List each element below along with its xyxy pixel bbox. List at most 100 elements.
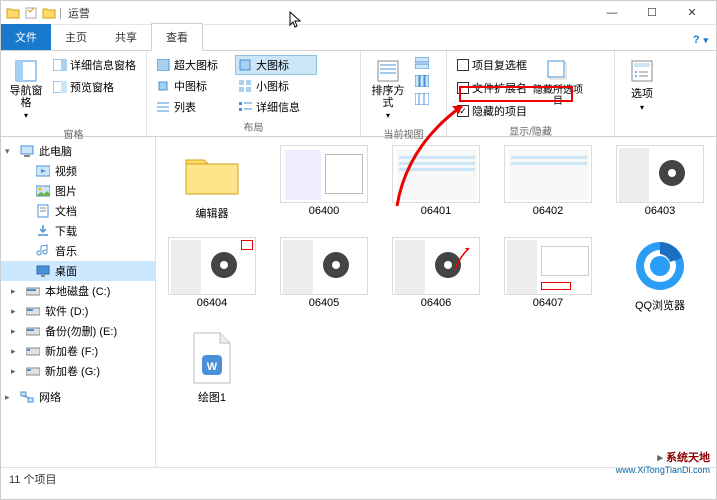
ribbon-group-panes: 导航窗格 ▾ 详细信息窗格 预览窗格 窗格 <box>1 51 147 136</box>
app-thumbnail <box>616 237 704 295</box>
options-icon <box>630 59 654 83</box>
nav-network[interactable]: ▸网络 <box>1 387 155 407</box>
details-icon <box>239 101 253 113</box>
file-name: 06404 <box>197 297 228 309</box>
expand-icon[interactable]: ▸ <box>5 392 15 403</box>
nav-desktop[interactable]: 桌面 <box>1 261 155 281</box>
drive-icon <box>25 343 41 359</box>
properties-icon[interactable] <box>23 5 39 21</box>
drive-icon <box>25 303 41 319</box>
chevron-down-icon: ▾ <box>24 111 28 120</box>
window-controls: — ☐ ✕ <box>592 1 712 25</box>
item-checkboxes-toggle[interactable]: 项目复选框 <box>453 55 531 75</box>
file-item-app[interactable]: QQ浏览器 <box>610 235 710 315</box>
file-name: 绘图1 <box>198 389 226 405</box>
content-area: ▾ 此电脑 视频 图片 文档 下载 音乐 桌面 ▸本地磁盘 (C:) ▸软件 (… <box>1 137 716 467</box>
sort-button[interactable]: 排序方式 ▾ <box>367 55 409 124</box>
tab-file[interactable]: 文件 <box>1 24 51 50</box>
file-item-folder[interactable]: 编辑器 <box>162 143 262 223</box>
checkbox-icon <box>457 59 469 71</box>
ribbon-group-current-view: 排序方式 ▾ 当前视图 <box>361 51 447 136</box>
group-by-button[interactable] <box>411 55 433 71</box>
documents-icon <box>35 203 51 219</box>
extra-large-icons-button[interactable]: 超大图标 <box>153 55 235 75</box>
nav-disk-c[interactable]: ▸本地磁盘 (C:) <box>1 281 155 301</box>
add-columns-button[interactable] <box>411 73 433 89</box>
nav-downloads[interactable]: 下载 <box>1 221 155 241</box>
close-button[interactable]: ✕ <box>672 1 712 25</box>
file-item[interactable]: 06407 <box>498 235 598 315</box>
help-button[interactable]: ? ▾ <box>693 30 708 46</box>
ribbon: 导航窗格 ▾ 详细信息窗格 预览窗格 窗格 超大图标 <box>1 51 716 137</box>
file-list[interactable]: 编辑器 06400 06401 06402 <box>156 137 716 467</box>
file-item[interactable]: 06405 <box>274 235 374 315</box>
small-icons-button[interactable]: 小图标 <box>235 76 317 96</box>
desktop-icon <box>35 263 51 279</box>
preview-pane-button[interactable]: 预览窗格 <box>49 77 140 97</box>
folder-small-icon[interactable] <box>41 5 57 21</box>
doc-thumbnail: W <box>168 329 256 387</box>
preview-pane-icon <box>53 81 67 93</box>
options-button[interactable]: 选项 ▾ <box>621 55 663 116</box>
image-thumbnail <box>504 237 592 295</box>
nav-disk-e[interactable]: ▸备份(勿删) (E:) <box>1 321 155 341</box>
annotation-highlight <box>459 86 573 102</box>
image-thumbnail <box>168 237 256 295</box>
chevron-down-icon: ▾ <box>640 103 644 112</box>
nav-disk-d[interactable]: ▸软件 (D:) <box>1 301 155 321</box>
quick-access-toolbar: | <box>5 5 62 21</box>
nav-this-pc[interactable]: ▾ 此电脑 <box>1 141 155 161</box>
hidden-items-toggle[interactable]: ✓ 隐藏的项目 <box>453 101 531 121</box>
expand-icon[interactable]: ▸ <box>11 286 21 297</box>
details-pane-button[interactable]: 详细信息窗格 <box>49 55 140 75</box>
large-icons-button[interactable]: 大图标 <box>235 55 317 75</box>
nav-disk-f[interactable]: ▸新加卷 (F:) <box>1 341 155 361</box>
file-name: 06402 <box>533 205 564 217</box>
tab-home[interactable]: 主页 <box>51 24 101 50</box>
list-view-button[interactable]: 列表 <box>153 97 235 117</box>
nav-music[interactable]: 音乐 <box>1 241 155 261</box>
maximize-button[interactable]: ☐ <box>632 1 672 25</box>
window-title: 运营 <box>68 5 90 21</box>
size-columns-icon <box>415 93 429 105</box>
nav-videos[interactable]: 视频 <box>1 161 155 181</box>
minimize-button[interactable]: — <box>592 1 632 25</box>
file-name: 06403 <box>645 205 676 217</box>
expand-icon[interactable]: ▸ <box>11 306 21 317</box>
videos-icon <box>35 163 51 179</box>
nav-pictures[interactable]: 图片 <box>1 181 155 201</box>
list-icon <box>157 101 171 113</box>
file-name: 06400 <box>309 205 340 217</box>
sort-icon <box>376 59 400 83</box>
file-item[interactable]: 06404 <box>162 235 262 315</box>
file-name: 编辑器 <box>196 205 229 221</box>
tab-share[interactable]: 共享 <box>101 24 151 50</box>
medium-icons-button[interactable]: 中图标 <box>153 76 235 96</box>
chevron-down-icon: ▾ <box>703 35 708 45</box>
watermark: ▸ 系统天地 www.XiTongTianDi.com <box>616 449 710 475</box>
expand-icon[interactable]: ▾ <box>5 146 15 157</box>
drive-icon <box>25 323 41 339</box>
navigation-tree[interactable]: ▾ 此电脑 视频 图片 文档 下载 音乐 桌面 ▸本地磁盘 (C:) ▸软件 (… <box>1 137 156 467</box>
nav-disk-g[interactable]: ▸新加卷 (G:) <box>1 361 155 381</box>
size-columns-button[interactable] <box>411 91 433 107</box>
navigation-pane-button[interactable]: 导航窗格 ▾ <box>7 55 45 124</box>
expand-icon[interactable]: ▸ <box>11 366 21 377</box>
expand-icon[interactable]: ▸ <box>11 346 21 357</box>
file-item[interactable]: 06403 <box>610 143 710 223</box>
file-item-doc[interactable]: W 绘图1 <box>162 327 262 407</box>
svg-text:W: W <box>207 361 218 373</box>
file-item[interactable]: 06401 <box>386 143 486 223</box>
file-name: QQ浏览器 <box>635 297 685 313</box>
tab-view[interactable]: 查看 <box>151 23 203 51</box>
file-item[interactable]: 06406 <box>386 235 486 315</box>
file-item[interactable]: 06402 <box>498 143 598 223</box>
details-view-button[interactable]: 详细信息 <box>235 97 317 117</box>
nav-documents[interactable]: 文档 <box>1 201 155 221</box>
navigation-pane-label: 导航窗格 <box>9 85 43 109</box>
expand-icon[interactable]: ▸ <box>11 326 21 337</box>
pc-icon <box>19 143 35 159</box>
image-thumbnail <box>392 145 480 203</box>
hide-selected-button[interactable]: 隐藏所选项目 <box>531 55 585 111</box>
file-item[interactable]: 06400 <box>274 143 374 223</box>
